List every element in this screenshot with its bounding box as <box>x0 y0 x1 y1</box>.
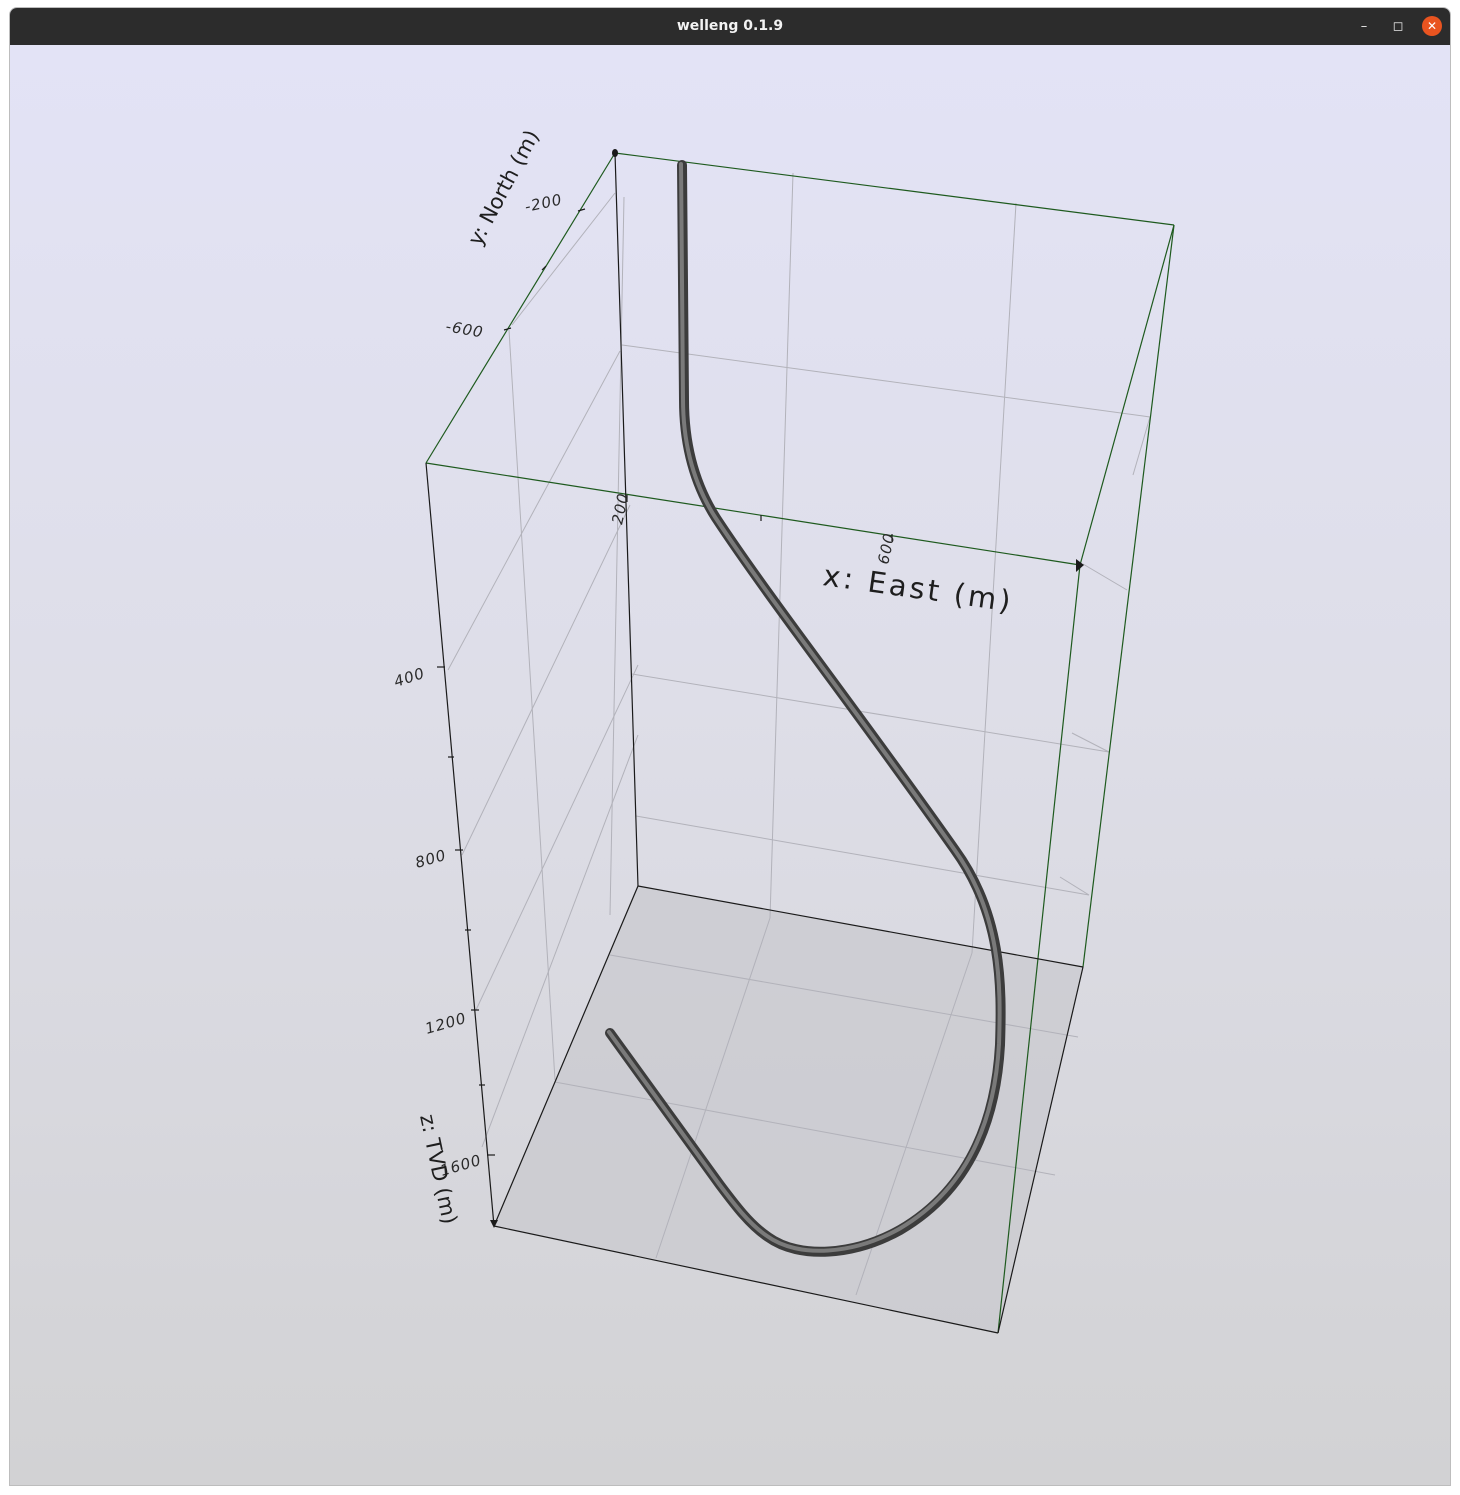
x-tick-label-2: 600 <box>874 531 898 566</box>
3d-plot-canvas[interactable]: -200 -600 y: North (m) 200 600 x: East (… <box>10 45 1450 1485</box>
maximize-icon: ◻ <box>1392 18 1404 34</box>
maximize-button[interactable]: ◻ <box>1388 16 1408 36</box>
app-window: welleng 0.1.9 – ◻ ✕ -200 -600 y: North (… <box>10 8 1450 1485</box>
x-axis-title: x: East (m) <box>821 558 1016 618</box>
x-tick-label-1: 200 <box>608 491 632 526</box>
y-tick-label-2: -600 <box>444 317 485 341</box>
window-title: welleng 0.1.9 <box>676 18 784 34</box>
minimize-button[interactable]: – <box>1354 16 1374 36</box>
3d-plot-viewport[interactable]: -200 -600 y: North (m) 200 600 x: East (… <box>10 45 1450 1485</box>
minimize-icon: – <box>1360 18 1368 34</box>
close-button[interactable]: ✕ <box>1422 16 1442 36</box>
z-tick-label-1: 400 <box>392 664 428 691</box>
z-tick-label-3: 1200 <box>423 1009 469 1038</box>
title-bar[interactable]: welleng 0.1.9 – ◻ ✕ <box>10 8 1450 45</box>
z-tick-label-2: 800 <box>413 846 448 872</box>
close-icon: ✕ <box>1426 19 1438 33</box>
y-tick-label-1: -200 <box>523 190 564 216</box>
y-axis-title: y: North (m) <box>463 126 544 249</box>
